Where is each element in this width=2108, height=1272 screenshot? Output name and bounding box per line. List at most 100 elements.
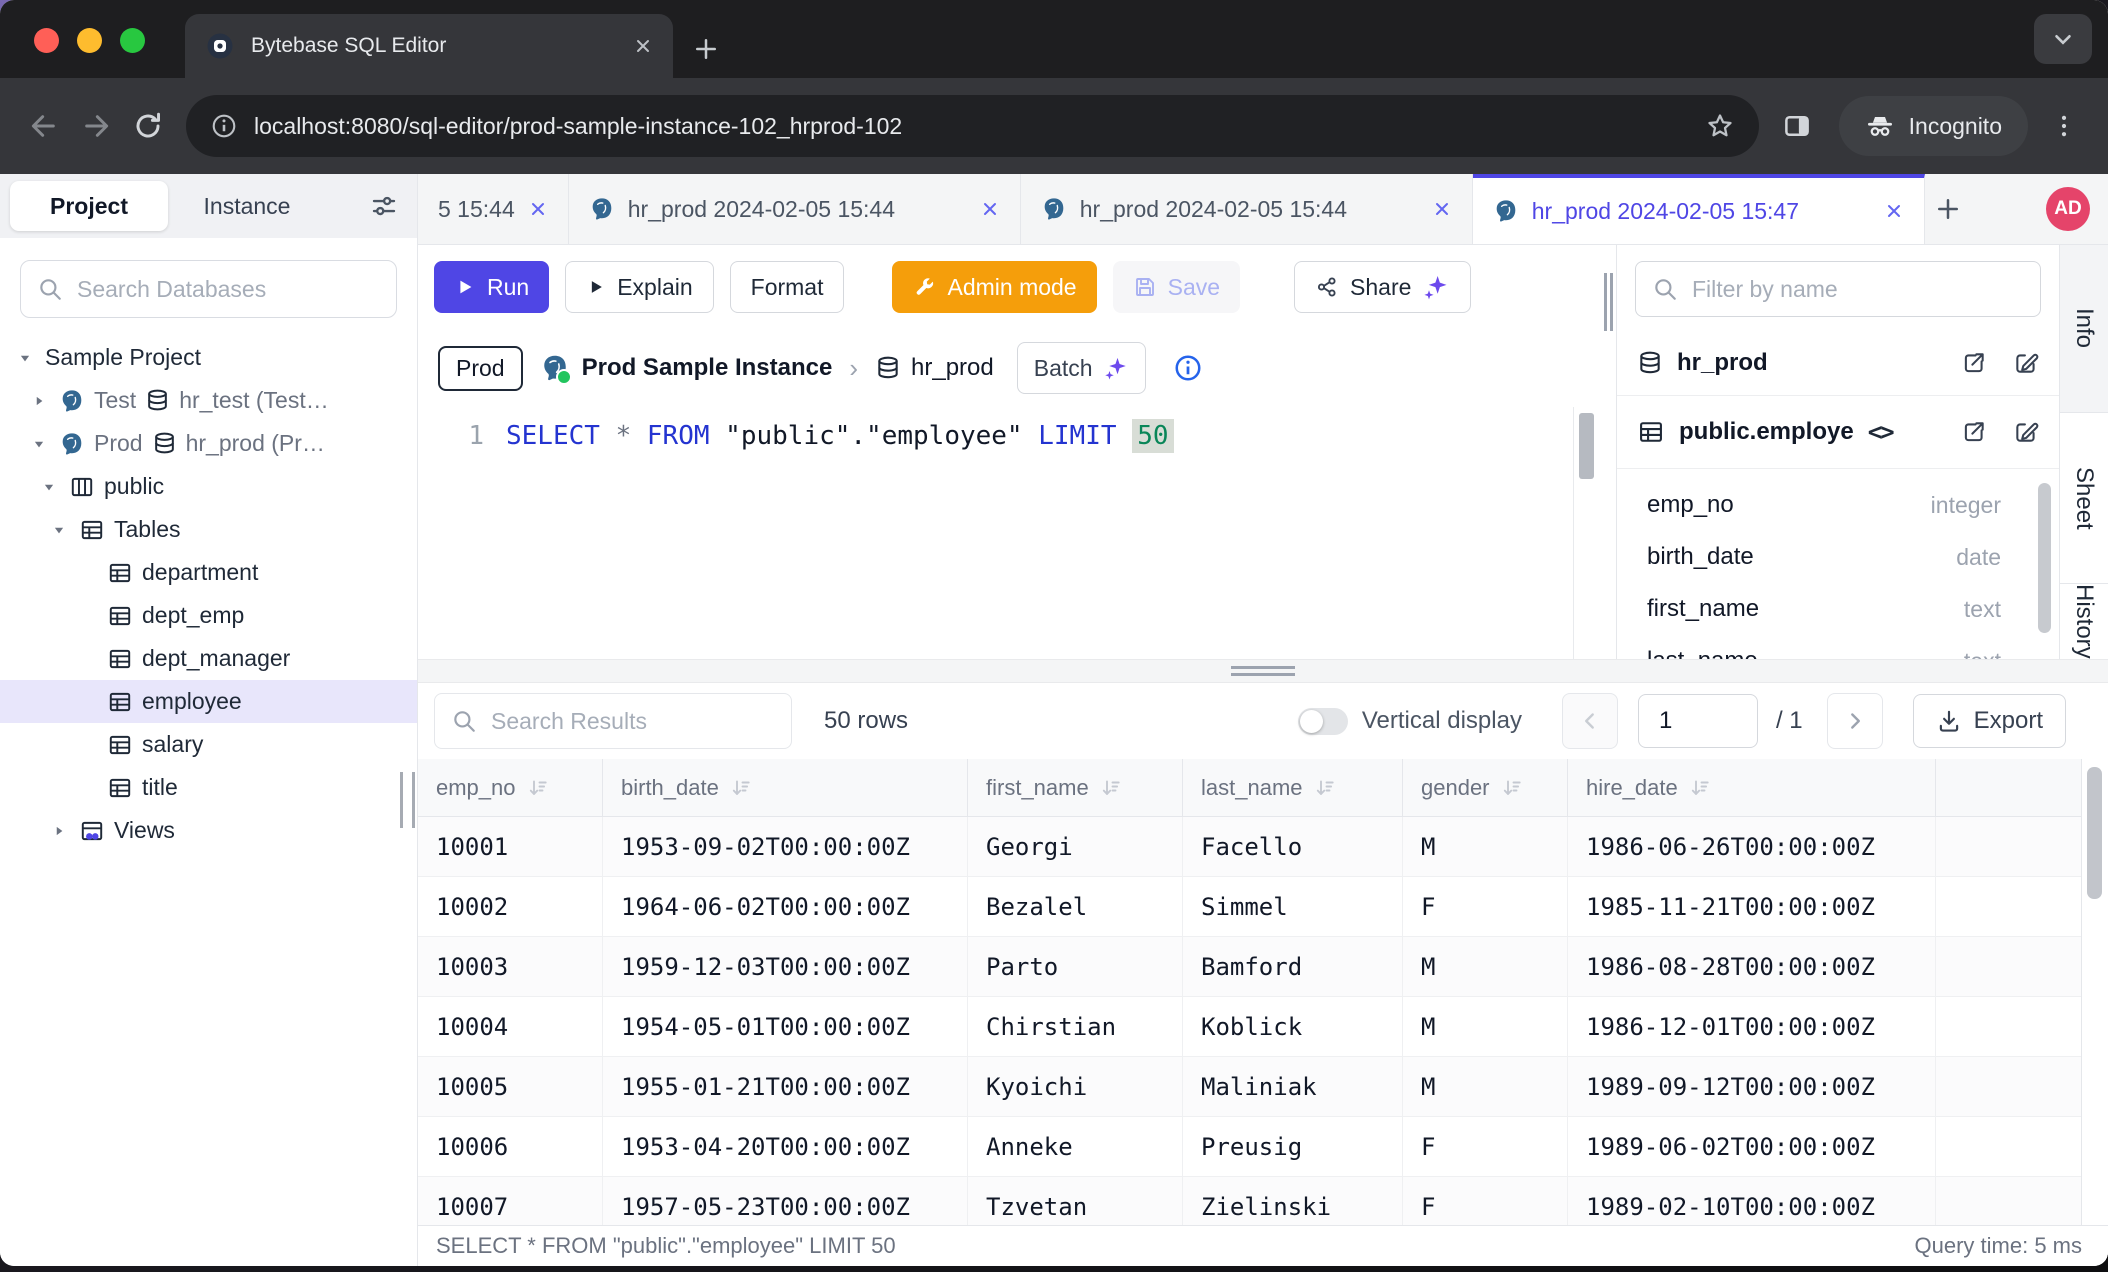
table-cell[interactable]: 1986-12-01T00:00:00Z <box>1568 997 1936 1056</box>
format-button[interactable]: Format <box>730 261 845 313</box>
tree-item-test[interactable]: Testhr_test (Test… <box>0 379 417 422</box>
browser-menu-button[interactable] <box>2038 100 2090 152</box>
results-search-box[interactable] <box>434 693 792 749</box>
edit-icon[interactable] <box>2013 419 2039 445</box>
database-search-box[interactable] <box>20 260 397 318</box>
side-panel-button[interactable] <box>1771 100 1823 152</box>
table-cell[interactable]: 1959-12-03T00:00:00Z <box>603 937 968 996</box>
worksheet-tab[interactable]: hr_prod 2024-02-05 15:44 <box>1021 174 1473 244</box>
sort-icon[interactable] <box>1688 776 1712 800</box>
sort-icon[interactable] <box>1099 776 1123 800</box>
table-cell[interactable]: 10006 <box>418 1117 603 1176</box>
tree-item-employee[interactable]: employee <box>0 680 417 723</box>
table-cell[interactable]: Bezalel <box>968 877 1183 936</box>
side-tab-sheet[interactable]: Sheet <box>2060 413 2108 585</box>
column-list-scrollbar[interactable] <box>2038 483 2051 633</box>
table-cell[interactable]: M <box>1403 997 1568 1056</box>
table-cell[interactable]: F <box>1403 1177 1568 1225</box>
table-cell[interactable]: 1953-04-20T00:00:00Z <box>603 1117 968 1176</box>
reload-button[interactable] <box>122 100 174 152</box>
column-header-gender[interactable]: gender <box>1403 759 1568 816</box>
table-cell[interactable]: Simmel <box>1183 877 1403 936</box>
info-icon[interactable] <box>1173 353 1203 383</box>
tree-item-salary[interactable]: salary <box>0 723 417 766</box>
table-cell[interactable]: 10002 <box>418 877 603 936</box>
tree-item-sample-project[interactable]: Sample Project <box>0 336 417 379</box>
export-button[interactable]: Export <box>1913 694 2066 748</box>
worksheet-tab-close-icon[interactable] <box>1432 199 1452 219</box>
results-scrollbar[interactable] <box>2081 759 2108 1225</box>
worksheet-tab-close-icon[interactable] <box>980 199 1000 219</box>
caret-down-icon[interactable] <box>48 521 70 539</box>
column-header-last_name[interactable]: last_name <box>1183 759 1403 816</box>
next-page-button[interactable] <box>1827 693 1883 749</box>
editor-panel-divider[interactable] <box>1600 245 1616 659</box>
caret-down-icon[interactable] <box>14 349 36 367</box>
back-button[interactable] <box>18 100 70 152</box>
table-cell[interactable]: 1986-08-28T00:00:00Z <box>1568 937 1936 996</box>
column-header-first_name[interactable]: first_name <box>968 759 1183 816</box>
maximize-window-button[interactable] <box>120 28 145 53</box>
column-header-birth_date[interactable]: birth_date <box>603 759 968 816</box>
column-row-birth_date[interactable]: birth_datedate <box>1617 531 2059 583</box>
site-info-icon[interactable] <box>210 112 238 140</box>
run-button[interactable]: Run <box>434 261 549 313</box>
horizontal-drag-handle[interactable] <box>1231 666 1295 676</box>
column-header-emp_no[interactable]: emp_no <box>418 759 603 816</box>
sort-icon[interactable] <box>1313 776 1337 800</box>
tree-item-dept_manager[interactable]: dept_manager <box>0 637 417 680</box>
table-cell[interactable]: F <box>1403 1117 1568 1176</box>
table-cell[interactable]: Chirstian <box>968 997 1183 1056</box>
sort-icon[interactable] <box>526 776 550 800</box>
save-button[interactable]: Save <box>1113 261 1240 313</box>
column-header-hire_date[interactable]: hire_date <box>1568 759 1936 816</box>
table-cell[interactable]: Parto <box>968 937 1183 996</box>
results-scrollbar-thumb[interactable] <box>2087 767 2102 899</box>
prev-page-button[interactable] <box>1562 693 1618 749</box>
tree-item-department[interactable]: department <box>0 551 417 594</box>
table-cell[interactable]: 10003 <box>418 937 603 996</box>
table-cell[interactable]: F <box>1403 877 1568 936</box>
table-cell[interactable]: Maliniak <box>1183 1057 1403 1116</box>
browser-tab-close-icon[interactable] <box>633 36 653 56</box>
caret-down-icon[interactable] <box>38 478 60 496</box>
sidebar-resize-handle[interactable] <box>400 772 415 828</box>
column-row-emp_no[interactable]: emp_nointeger <box>1617 479 2059 531</box>
forward-button[interactable] <box>70 100 122 152</box>
editor-scrollbar[interactable] <box>1573 407 1600 659</box>
table-cell[interactable]: 1957-05-23T00:00:00Z <box>603 1177 968 1225</box>
tree-item-dept_emp[interactable]: dept_emp <box>0 594 417 637</box>
share-button[interactable]: Share <box>1294 261 1471 313</box>
external-link-icon[interactable] <box>1961 350 1987 376</box>
instance-breadcrumb[interactable]: Prod Sample Instance <box>540 353 833 383</box>
worksheet-tab-close-icon[interactable] <box>528 199 548 219</box>
tree-item-title[interactable]: title <box>0 766 417 809</box>
table-cell[interactable]: Anneke <box>968 1117 1183 1176</box>
caret-right-icon[interactable] <box>48 822 70 840</box>
side-tab-info[interactable]: Info <box>2060 245 2108 413</box>
table-cell[interactable]: 1986-06-26T00:00:00Z <box>1568 817 1936 876</box>
edit-icon[interactable] <box>2013 350 2039 376</box>
new-worksheet-button[interactable] <box>1925 174 1971 244</box>
batch-button[interactable]: Batch <box>1017 342 1146 394</box>
table-cell[interactable]: Kyoichi <box>968 1057 1183 1116</box>
sidebar-tab-instance[interactable]: Instance <box>168 181 326 231</box>
table-cell[interactable]: 1954-05-01T00:00:00Z <box>603 997 968 1056</box>
schema-database-row[interactable]: hr_prod <box>1617 331 2059 396</box>
tree-item-views[interactable]: Views <box>0 809 417 852</box>
schema-filter-box[interactable] <box>1635 261 2041 317</box>
table-cell[interactable]: 1989-02-10T00:00:00Z <box>1568 1177 1936 1225</box>
table-cell[interactable]: 1985-11-21T00:00:00Z <box>1568 877 1936 936</box>
table-cell[interactable]: M <box>1403 1057 1568 1116</box>
table-cell[interactable]: 1955-01-21T00:00:00Z <box>603 1057 968 1116</box>
table-cell[interactable]: 10005 <box>418 1057 603 1116</box>
browser-tab[interactable]: Bytebase SQL Editor <box>185 14 673 78</box>
sort-icon[interactable] <box>729 776 753 800</box>
table-cell[interactable]: 10007 <box>418 1177 603 1225</box>
caret-down-icon[interactable] <box>28 435 50 453</box>
database-search-input[interactable] <box>75 275 380 304</box>
sql-editor[interactable]: 1 SELECT * FROM "public"."employee" LIMI… <box>418 407 1600 659</box>
table-cell[interactable]: 10001 <box>418 817 603 876</box>
side-tab-history[interactable]: History <box>2060 584 2108 659</box>
tab-search-button[interactable] <box>2034 14 2092 64</box>
